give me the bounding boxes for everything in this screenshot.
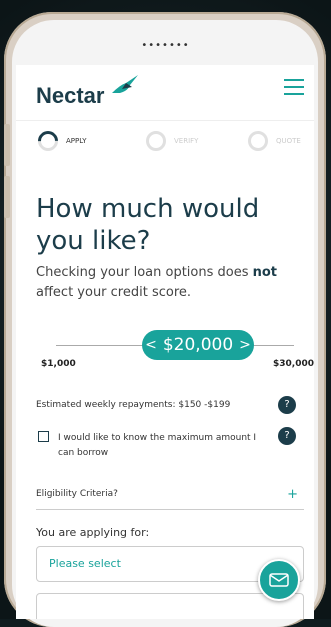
chevron-right-icon: > <box>239 337 251 353</box>
subtitle-text: affect your credit score. <box>36 285 192 300</box>
slider-min-label: $1,000 <box>41 359 76 369</box>
phone-side-button <box>4 124 10 166</box>
max-borrow-label: I would like to know the maximum amount … <box>58 433 257 458</box>
step-ring-icon <box>248 131 268 151</box>
loan-amount-slider-handle[interactable]: < $20,000 > <box>142 330 254 360</box>
estimated-repayments: Estimated weekly repayments: $150 -$199 <box>36 400 231 410</box>
phone-speaker: ••••••• <box>141 40 190 51</box>
step-quote: QUOTE <box>248 131 301 151</box>
step-label: QUOTE <box>276 137 301 145</box>
hummingbird-logo-icon <box>112 75 138 93</box>
hamburger-menu-icon[interactable] <box>284 79 304 95</box>
loan-amount-value: $20,000 <box>162 335 234 355</box>
chat-button[interactable] <box>258 559 300 601</box>
help-icon[interactable]: ? <box>278 427 296 445</box>
plus-icon: + <box>287 487 298 502</box>
step-verify: VERIFY <box>146 131 198 151</box>
app-screen: Nectar APPLY VERIFY QUOTE How much would… <box>16 65 314 619</box>
subtitle-text: Checking your loan options does <box>36 265 249 280</box>
chevron-left-icon: < <box>145 337 157 353</box>
step-ring-icon <box>33 126 63 156</box>
eligibility-label: Eligibility Criteria? <box>36 489 118 499</box>
eligibility-criteria-toggle[interactable]: Eligibility Criteria? + <box>36 487 304 510</box>
step-label: APPLY <box>66 137 87 145</box>
logo[interactable]: Nectar <box>36 83 104 109</box>
mail-icon <box>269 573 289 587</box>
phone-side-button <box>4 176 10 218</box>
secondary-select[interactable] <box>36 593 304 619</box>
max-borrow-checkbox[interactable] <box>38 431 49 442</box>
page-title: How much would you like? <box>36 194 260 256</box>
step-apply: APPLY <box>33 126 87 156</box>
subtitle-bold: not <box>252 265 278 280</box>
progress-steps: APPLY VERIFY QUOTE <box>16 121 314 171</box>
help-icon[interactable]: ? <box>278 396 296 414</box>
step-label: VERIFY <box>174 137 199 145</box>
slider-max-label: $30,000 <box>273 359 314 369</box>
applying-for-label: You are applying for: <box>36 526 150 539</box>
page-subtitle: Checking your loan options does not affe… <box>36 263 296 303</box>
step-ring-icon <box>146 131 166 151</box>
header: Nectar <box>16 65 314 121</box>
